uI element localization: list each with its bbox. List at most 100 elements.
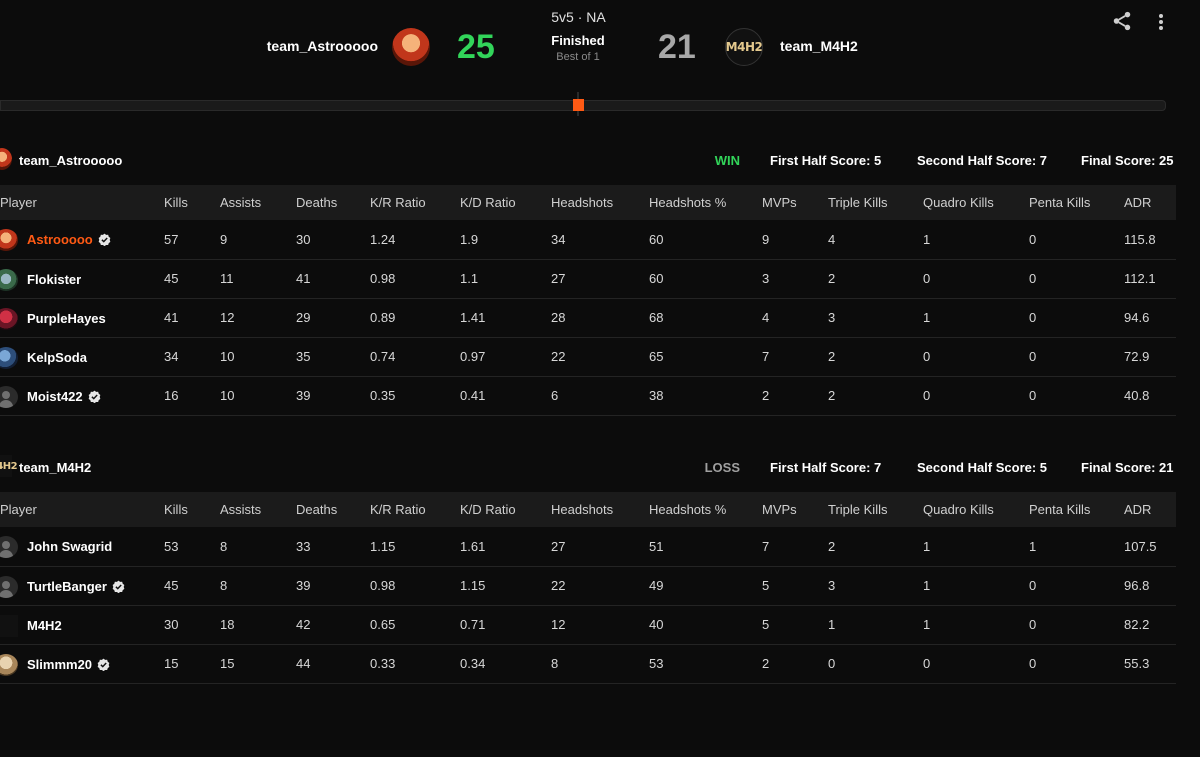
table-row[interactable]: KelpSoda 34 10 35 0.74 0.97 22 65 7 2 0 0 72.9 [0, 337, 1176, 377]
column-header-player[interactable]: Player [0, 185, 164, 220]
player-avatar[interactable] [0, 229, 18, 251]
player-cell[interactable]: PurpleHayes [0, 298, 164, 338]
stat-deaths: 44 [296, 644, 370, 684]
stat-deaths: 33 [296, 527, 370, 567]
stat-mvps: 5 [762, 605, 828, 645]
player-cell[interactable]: TurtleBanger [0, 566, 164, 606]
column-header-deaths[interactable]: Deaths [296, 492, 370, 527]
stat-k-r-ratio: 0.33 [370, 644, 460, 684]
column-header-mvps[interactable]: MVPs [762, 185, 828, 220]
player-name[interactable]: John Swagrid [27, 539, 112, 554]
stat-mvps: 7 [762, 527, 828, 567]
column-header-k-d-ratio[interactable]: K/D Ratio [460, 492, 551, 527]
team-left-name[interactable]: team_Astrooooo [267, 38, 378, 54]
verified-badge-icon [98, 233, 111, 246]
player-name[interactable]: TurtleBanger [27, 579, 125, 594]
table-row[interactable]: TurtleBanger 45 8 39 0.98 1.15 22 49 5 3 1 0 96.8 [0, 566, 1176, 606]
stat-mvps: 4 [762, 298, 828, 338]
player-cell[interactable]: John Swagrid [0, 527, 164, 567]
stat-headshots: 60 [649, 220, 762, 260]
table-header-row: Player Kills Assists Deaths K/R Ratio K/D Rat… [0, 185, 1176, 220]
player-cell[interactable]: Slimmm20 [0, 644, 164, 684]
more-vertical-icon[interactable] [1152, 12, 1170, 32]
player-name[interactable]: PurpleHayes [27, 311, 106, 326]
column-header-headshots[interactable]: Headshots [551, 185, 649, 220]
player-avatar[interactable] [0, 385, 18, 408]
stat-quadro-kills: 0 [923, 376, 1029, 416]
column-header-triple-kills[interactable]: Triple Kills [828, 492, 923, 527]
column-header-assists[interactable]: Assists [220, 185, 296, 220]
team-right-name[interactable]: team_M4H2 [780, 38, 858, 54]
player-name[interactable]: Slimmm20 [27, 657, 110, 672]
column-header-deaths[interactable]: Deaths [296, 185, 370, 220]
stat-assists: 9 [220, 220, 296, 260]
column-header-adr[interactable]: ADR [1124, 185, 1176, 220]
team-result: WIN [714, 153, 740, 168]
stat-deaths: 35 [296, 337, 370, 377]
team-left-avatar[interactable] [392, 28, 430, 66]
column-header-headshots[interactable]: Headshots % [649, 492, 762, 527]
column-header-adr[interactable]: ADR [1124, 492, 1176, 527]
player-avatar[interactable] [0, 536, 18, 558]
table-row[interactable]: PurpleHayes 41 12 29 0.89 1.41 28 68 4 3 1 0 94.6 [0, 298, 1176, 338]
column-header-headshots[interactable]: Headshots [551, 492, 649, 527]
stat-assists: 8 [220, 527, 296, 567]
stat-mvps: 3 [762, 259, 828, 299]
stat-k-r-ratio: 0.35 [370, 376, 460, 416]
table-row[interactable]: John Swagrid 53 8 33 1.15 1.61 27 51 7 2 1 1 107.5 [0, 527, 1176, 567]
column-header-quadro-kills[interactable]: Quadro Kills [923, 492, 1029, 527]
player-name[interactable]: Moist422 [27, 389, 101, 404]
player-avatar[interactable] [0, 653, 18, 676]
stat-assists: 10 [220, 376, 296, 416]
timeline-marker[interactable] [573, 99, 584, 111]
player-name[interactable]: Flokister [27, 272, 81, 287]
team-right-avatar[interactable]: M4H2 [725, 28, 763, 66]
player-name[interactable]: M4H2 [27, 618, 62, 633]
player-cell[interactable]: Moist422 [0, 376, 164, 416]
player-cell[interactable]: Astrooooo [0, 220, 164, 260]
player-avatar[interactable] [0, 575, 18, 598]
column-header-mvps[interactable]: MVPs [762, 492, 828, 527]
table-row[interactable]: Moist422 16 10 39 0.35 0.41 6 38 2 2 0 0 40.8 [0, 376, 1176, 416]
column-header-k-r-ratio[interactable]: K/R Ratio [370, 492, 460, 527]
column-header-quadro-kills[interactable]: Quadro Kills [923, 185, 1029, 220]
stat-triple-kills: 3 [828, 566, 923, 606]
share-icon[interactable] [1111, 10, 1133, 32]
player-avatar[interactable] [0, 346, 18, 369]
first-half-score: First Half Score: 7 [770, 460, 882, 475]
player-cell[interactable]: Flokister [0, 259, 164, 299]
stat-quadro-kills: 0 [923, 644, 1029, 684]
player-avatar[interactable] [0, 614, 18, 637]
team-left-score: 25 [457, 28, 495, 66]
column-header-headshots[interactable]: Headshots % [649, 185, 762, 220]
player-avatar[interactable] [0, 268, 18, 291]
column-header-k-d-ratio[interactable]: K/D Ratio [460, 185, 551, 220]
player-cell[interactable]: M4H2 [0, 605, 164, 645]
stat-penta-kills: 0 [1029, 298, 1124, 338]
column-header-kills[interactable]: Kills [164, 492, 220, 527]
player-name[interactable]: KelpSoda [27, 350, 87, 365]
column-header-penta-kills[interactable]: Penta Kills [1029, 185, 1124, 220]
column-header-triple-kills[interactable]: Triple Kills [828, 185, 923, 220]
player-name[interactable]: Astrooooo [27, 232, 111, 247]
table-row[interactable]: Slimmm20 15 15 44 0.33 0.34 8 53 2 0 0 0 55.3 [0, 644, 1176, 684]
player-cell[interactable]: KelpSoda [0, 337, 164, 377]
stat-adr: 94.6 [1124, 298, 1176, 338]
table-row[interactable]: Flokister 45 11 41 0.98 1.1 27 60 3 2 0 0 112.1 [0, 259, 1176, 299]
stat-headshots: 51 [649, 527, 762, 567]
column-header-player[interactable]: Player [0, 492, 164, 527]
column-header-k-r-ratio[interactable]: K/R Ratio [370, 185, 460, 220]
table-row[interactable]: Astrooooo 57 9 30 1.24 1.9 34 60 9 4 1 0 115.8 [0, 220, 1176, 260]
column-header-kills[interactable]: Kills [164, 185, 220, 220]
stat-adr: 96.8 [1124, 566, 1176, 606]
stat-penta-kills: 0 [1029, 376, 1124, 416]
table-row[interactable]: M4H2 30 18 42 0.65 0.71 12 40 5 1 1 0 82.2 [0, 605, 1176, 645]
player-avatar[interactable] [0, 307, 18, 330]
column-header-assists[interactable]: Assists [220, 492, 296, 527]
stat-assists: 15 [220, 644, 296, 684]
stat-headshots: 8 [551, 644, 649, 684]
final-score: Final Score: 25 [1081, 153, 1174, 168]
stat-kills: 30 [164, 605, 220, 645]
column-header-penta-kills[interactable]: Penta Kills [1029, 492, 1124, 527]
table-header-row: Player Kills Assists Deaths K/R Ratio K/D Rat… [0, 492, 1176, 527]
